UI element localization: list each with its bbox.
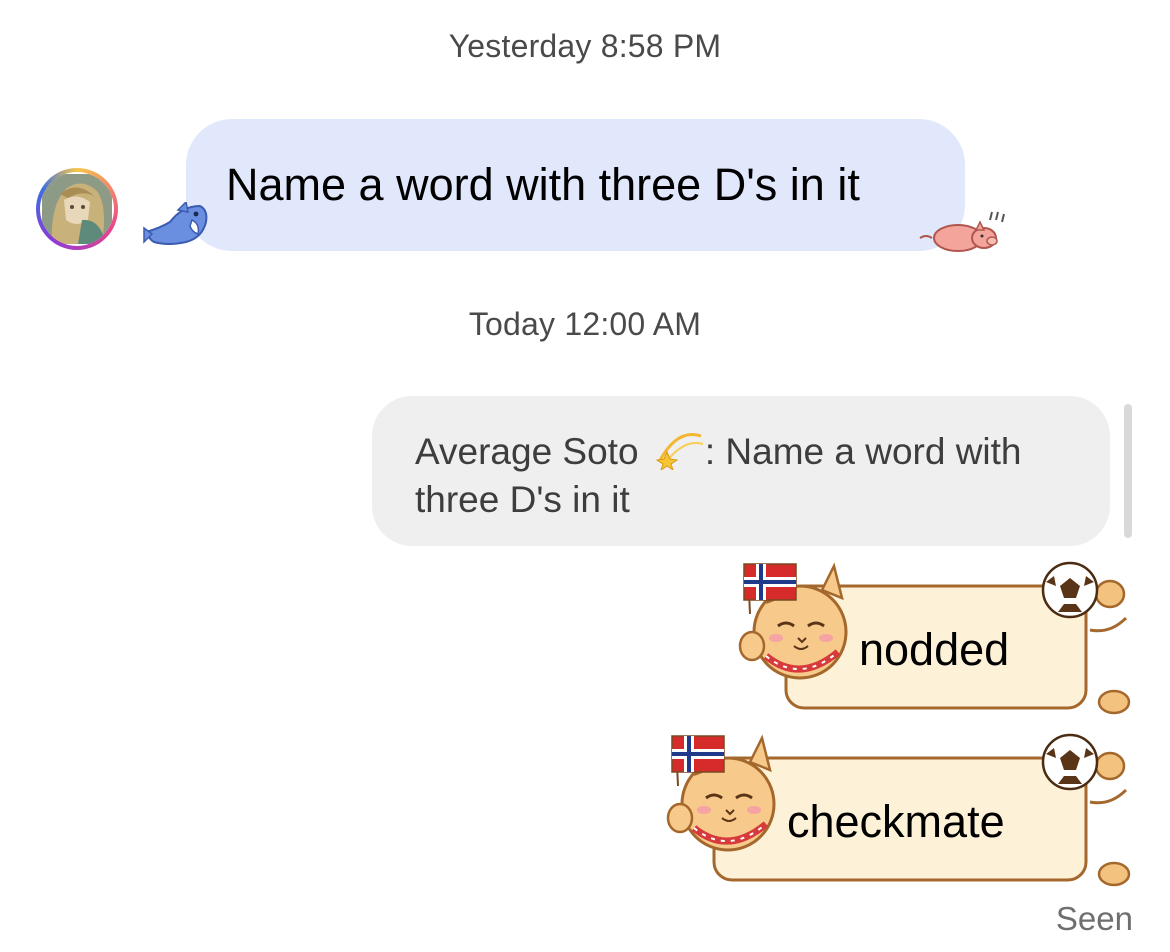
seen-status: Seen: [1055, 900, 1133, 937]
dizzy-comet-icon: [653, 426, 705, 479]
avatar-image: [42, 174, 112, 244]
pig-icon: [919, 211, 1005, 252]
outgoing-message-bubble[interactable]: checkmate: [666, 732, 1132, 892]
shark-icon: [143, 202, 208, 245]
reply-separator: :: [704, 431, 716, 472]
timestamp-today: Today 12:00 AM: [468, 306, 702, 342]
outgoing-message-text: nodded: [859, 624, 1010, 675]
incoming-message-text: Name a word with three D's in it: [226, 159, 860, 210]
reply-preview[interactable]: Average Soto : Name a word with three D'…: [372, 396, 1110, 546]
sender-avatar[interactable]: [36, 168, 118, 250]
reply-sender-name: Average Soto: [415, 431, 639, 472]
outgoing-message-bubble[interactable]: nodded: [738, 560, 1132, 720]
outgoing-message-text: checkmate: [787, 796, 1005, 847]
incoming-message-bubble[interactable]: Name a word with three D's in it: [186, 119, 965, 251]
reply-indicator-bar: [1124, 404, 1132, 538]
timestamp-yesterday: Yesterday 8:58 PM: [448, 28, 722, 64]
